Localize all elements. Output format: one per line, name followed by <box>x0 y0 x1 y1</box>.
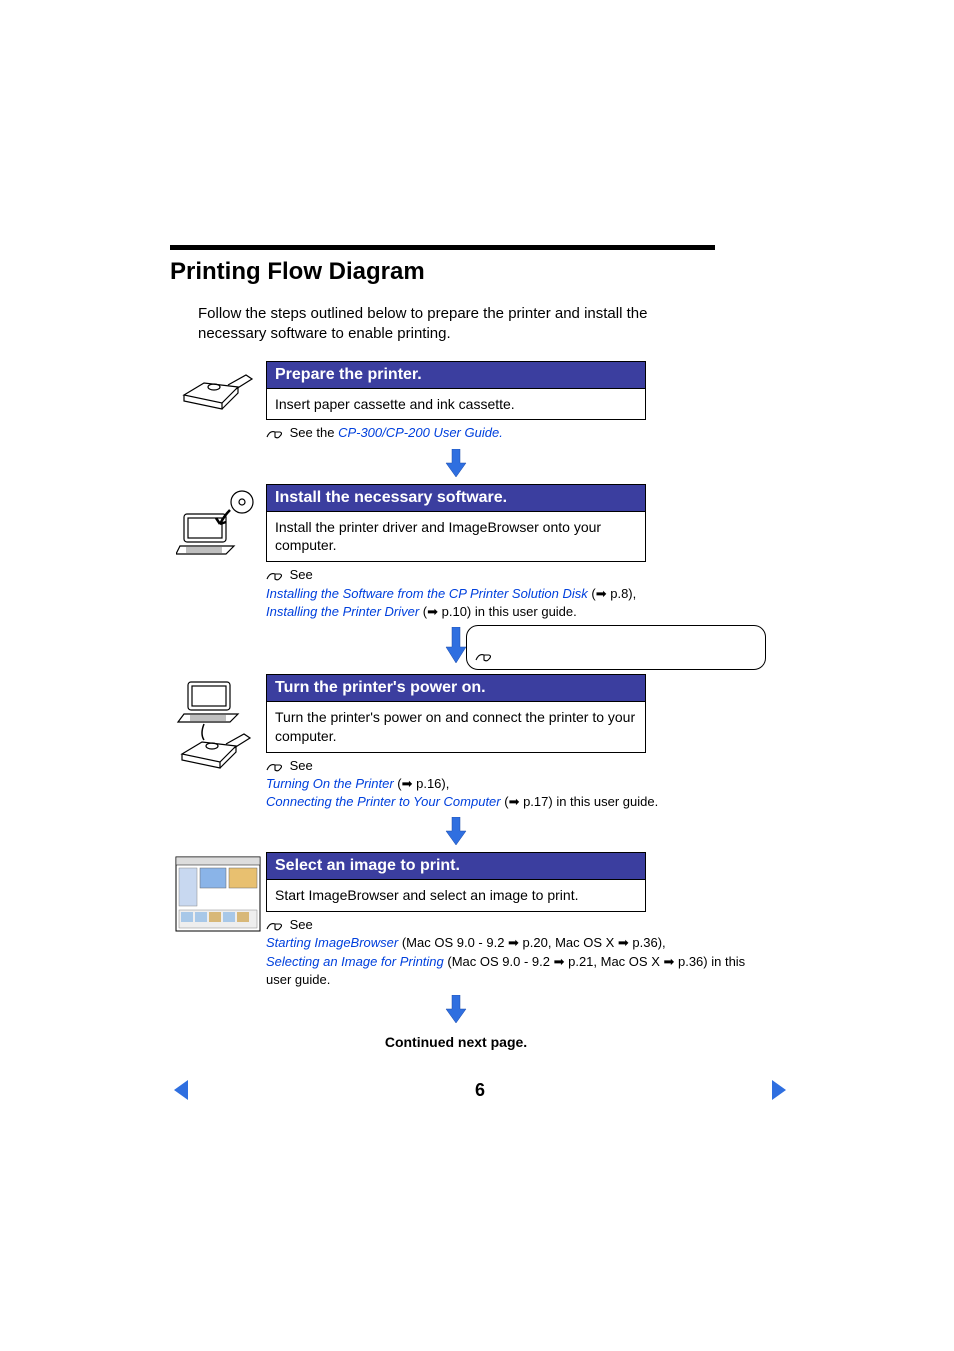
arrow-down-1 <box>266 443 646 484</box>
horizontal-rule <box>170 245 715 250</box>
step3-see-link2-suffix: (➡ p.17) in this user guide. <box>501 794 659 809</box>
step1-see-link[interactable]: CP-300/CP-200 User Guide. <box>338 425 503 440</box>
step2-see: See Installing the Software from the CP … <box>266 566 746 621</box>
step2-header: Install the necessary software. <box>266 484 646 511</box>
page-title: Printing Flow Diagram <box>170 258 784 286</box>
arrow-down-3 <box>266 811 646 852</box>
thumb-cd-laptop <box>170 484 266 558</box>
step3-see-link1[interactable]: Turning On the Printer <box>266 776 394 791</box>
prev-page-button[interactable] <box>170 1078 190 1102</box>
step4-see-prefix: See <box>290 917 313 932</box>
arrow-down-4 <box>266 989 646 1030</box>
step1-see-prefix: See the <box>290 425 338 440</box>
step1-desc: Insert paper cassette and ink cassette. <box>266 388 646 421</box>
step3-see-prefix: See <box>290 758 313 773</box>
pointer-icon <box>475 647 495 665</box>
step4-desc: Start ImageBrowser and select an image t… <box>266 879 646 912</box>
pointer-icon <box>266 566 286 584</box>
intro-paragraph: Follow the steps outlined below to prepa… <box>198 304 718 345</box>
step-install-software: Install the necessary software. Install … <box>170 484 790 621</box>
printer-icon <box>178 365 258 415</box>
step3-header: Turn the printer's power on. <box>266 674 646 701</box>
step2-see-prefix: See <box>290 567 313 582</box>
step-select-image: Select an image to print. Start ImageBro… <box>170 852 790 989</box>
pointer-icon <box>266 916 286 934</box>
step3-see-link2[interactable]: Connecting the Printer to Your Computer <box>266 794 501 809</box>
step1-see: See the CP-300/CP-200 User Guide. <box>266 424 746 442</box>
step-prepare-printer: Prepare the printer. Insert paper casset… <box>170 361 790 443</box>
thumb-printer <box>170 361 266 415</box>
step2-desc: Install the printer driver and ImageBrow… <box>266 511 646 563</box>
arrow-down-icon <box>444 627 468 665</box>
step2-see-link2[interactable]: Installing the Printer Driver <box>266 604 419 619</box>
thumb-app-window <box>170 852 266 932</box>
step4-see-link2[interactable]: Selecting an Image for Printing <box>266 954 444 969</box>
step3-see: See Turning On the Printer (➡ p.16), Con… <box>266 757 746 812</box>
next-page-button[interactable] <box>770 1078 790 1102</box>
thumb-laptop-printer <box>170 674 266 774</box>
page-content: Printing Flow Diagram Follow the steps o… <box>0 0 954 1102</box>
continued-label: Continued next page. <box>266 1034 646 1050</box>
step2-see-link2-suffix: (➡ p.10) in this user guide. <box>419 604 577 619</box>
step4-header: Select an image to print. <box>266 852 646 879</box>
step4-see-link1-suffix: (Mac OS 9.0 - 9.2 ➡ p.20, Mac OS X ➡ p.3… <box>398 935 665 950</box>
step4-see: See Starting ImageBrowser (Mac OS 9.0 - … <box>266 916 746 989</box>
arrow-uninstall-row <box>170 625 790 670</box>
step4-see-link1[interactable]: Starting ImageBrowser <box>266 935 398 950</box>
app-window-icon <box>175 856 261 932</box>
page-number: 6 <box>475 1080 485 1101</box>
pointer-icon <box>266 424 286 442</box>
step3-see-link1-suffix: (➡ p.16), <box>394 776 450 791</box>
pointer-icon <box>266 757 286 775</box>
footer-nav: 6 <box>170 1078 790 1102</box>
cd-laptop-icon <box>176 488 260 558</box>
step3-desc: Turn the printer's power on and connect … <box>266 701 646 753</box>
laptop-printer-icon <box>174 678 262 774</box>
step2-see-link1-suffix: (➡ p.8), <box>588 586 636 601</box>
step-power-on: Turn the printer's power on. Turn the pr… <box>170 674 790 811</box>
step1-header: Prepare the printer. <box>266 361 646 388</box>
step2-see-link1[interactable]: Installing the Software from the CP Prin… <box>266 586 588 601</box>
uninstall-note <box>466 625 766 670</box>
